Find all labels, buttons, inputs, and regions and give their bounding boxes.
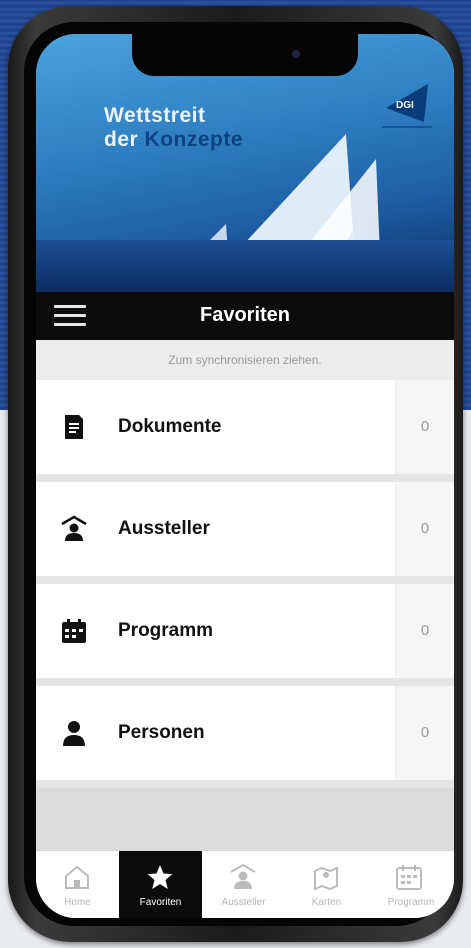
star-icon	[147, 865, 173, 889]
count-cell: 0	[395, 380, 454, 474]
app-screen: Wettstreit der Konzepte DGI Favoriten Zu…	[36, 34, 454, 918]
count-cell: 0	[395, 686, 454, 780]
count-badge: 0	[420, 418, 430, 435]
count-badge: 0	[420, 520, 430, 537]
water	[36, 240, 454, 292]
list-item-label: Aussteller	[118, 518, 210, 539]
page-title: Favoriten	[199, 304, 291, 326]
phone-frame: Wettstreit der Konzepte DGI Favoriten Zu…	[8, 6, 463, 942]
favorites-item-aussteller[interactable]: Aussteller 0	[36, 482, 454, 584]
tab-favoriten[interactable]: Favoriten	[119, 851, 202, 918]
favorites-list: Dokumente 0 Aussteller 0 Programm 0 Pers…	[36, 380, 454, 788]
bottom-tab-bar: Home Favoriten Aussteller Karten Program…	[36, 850, 454, 918]
tab-label: Home	[64, 897, 91, 908]
svg-text:DGI: DGI	[396, 100, 414, 111]
tab-programm[interactable]: Programm	[368, 851, 454, 918]
empty-list-area	[36, 788, 454, 850]
tab-label: Favoriten	[139, 897, 182, 908]
exhibitor-icon	[61, 515, 87, 541]
person-icon	[63, 721, 85, 746]
tab-label: Programm	[387, 897, 435, 908]
top-navigation-bar: Favoriten	[36, 292, 454, 340]
tab-karten[interactable]: Karten	[285, 851, 368, 918]
map-icon	[314, 866, 338, 891]
document-icon	[65, 415, 83, 439]
list-item-label: Programm	[118, 620, 214, 641]
exhibitor-icon	[230, 863, 256, 889]
tab-label: Aussteller	[221, 897, 266, 908]
favorites-item-programm[interactable]: Programm 0	[36, 584, 454, 686]
phone-notch	[132, 34, 358, 76]
banner-title-line2: der Konzepte	[104, 128, 243, 152]
banner-title-prefix: der	[104, 128, 139, 151]
pull-to-sync-hint: Zum synchronisieren ziehen.	[36, 340, 454, 380]
list-item-label: Personen	[118, 722, 205, 743]
banner-title-line1: Wettstreit	[104, 104, 206, 127]
tab-label: Karten	[311, 897, 342, 908]
favorites-item-dokumente[interactable]: Dokumente 0	[36, 380, 454, 482]
count-cell: 0	[395, 482, 454, 576]
banner-title-highlight: Konzepte	[144, 128, 244, 151]
count-badge: 0	[420, 622, 430, 639]
dgi-logo: DGI	[382, 84, 432, 128]
count-cell: 0	[395, 584, 454, 678]
list-item-label: Dokumente	[118, 416, 222, 437]
tab-home[interactable]: Home	[36, 851, 119, 918]
calendar-icon	[396, 865, 422, 890]
favorites-item-personen[interactable]: Personen 0	[36, 686, 454, 788]
count-badge: 0	[420, 724, 430, 741]
home-icon	[65, 865, 89, 889]
tab-aussteller[interactable]: Aussteller	[202, 851, 285, 918]
calendar-icon	[62, 619, 86, 643]
